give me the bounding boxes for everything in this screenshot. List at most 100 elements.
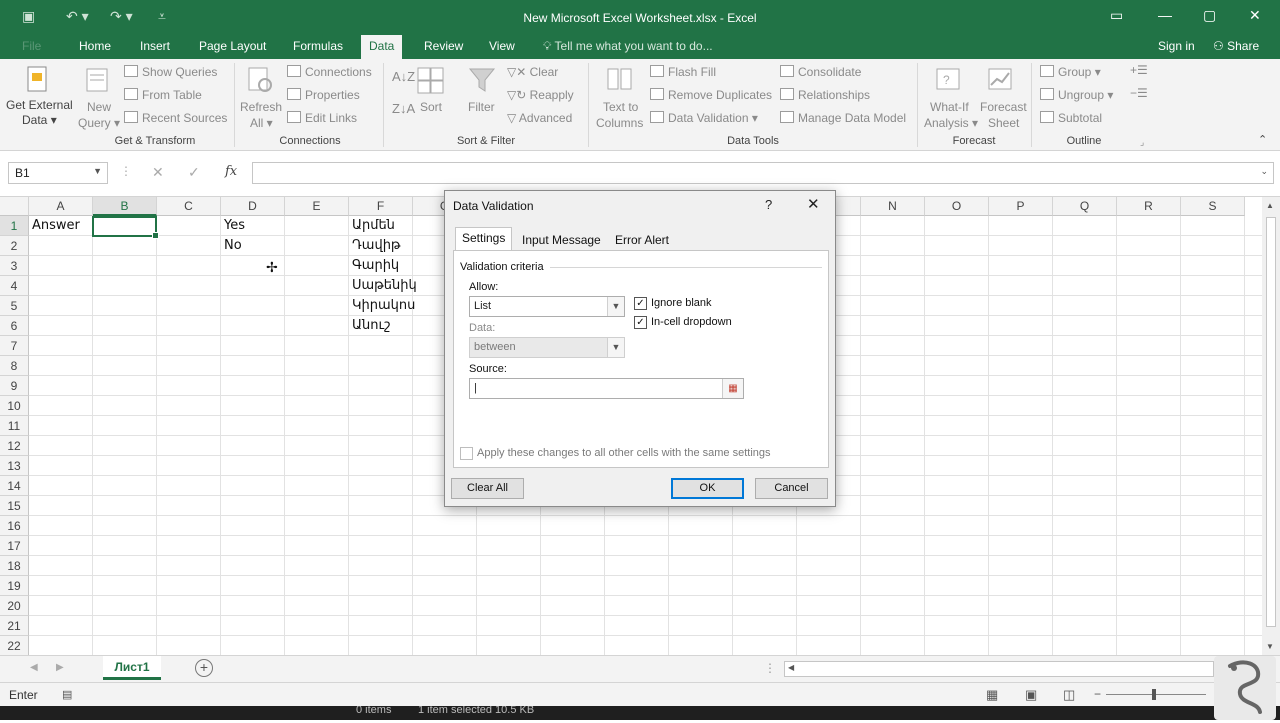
selected-cell-b1[interactable] bbox=[92, 216, 159, 239]
in-cell-dropdown-label[interactable]: In-cell dropdown bbox=[651, 316, 732, 328]
close-button[interactable]: ✕ bbox=[1249, 7, 1261, 24]
row-header-19[interactable]: 19 bbox=[0, 576, 29, 596]
group-button[interactable]: Group ▾ bbox=[1040, 65, 1101, 79]
zoom-out-icon[interactable]: − bbox=[1094, 687, 1101, 701]
tab-split-grip-icon[interactable]: ⋮ bbox=[764, 661, 776, 675]
hide-detail-icon[interactable]: −☰ bbox=[1130, 86, 1148, 100]
cancel-button[interactable]: Cancel bbox=[755, 478, 828, 499]
data-validation-button[interactable]: Data Validation ▾ bbox=[650, 111, 758, 125]
filter-button[interactable]: Filter bbox=[468, 100, 495, 114]
sort-az-icon[interactable]: A↓Z bbox=[392, 69, 415, 84]
insert-function-icon[interactable]: fx bbox=[225, 164, 237, 179]
relationships-button[interactable]: Relationships bbox=[780, 88, 870, 102]
formula-input[interactable]: ⌄ bbox=[252, 162, 1274, 184]
sign-in-link[interactable]: Sign in bbox=[1150, 35, 1203, 59]
tab-data[interactable]: Data bbox=[361, 35, 403, 59]
cell-f5[interactable]: Կիրակոս bbox=[349, 296, 415, 316]
connections-button[interactable]: Connections bbox=[287, 65, 372, 79]
remove-duplicates-button[interactable]: Remove Duplicates bbox=[650, 88, 772, 102]
page-layout-view-icon[interactable]: ▣ bbox=[1025, 687, 1037, 703]
column-header-e[interactable]: E bbox=[285, 197, 349, 216]
tab-view[interactable]: View bbox=[481, 35, 523, 59]
scroll-down-icon[interactable]: ▼ bbox=[1266, 642, 1274, 651]
tell-me-box[interactable]: 💡︎ Tell me what you want to do... bbox=[543, 35, 713, 57]
text-to-columns-button[interactable]: Text to bbox=[603, 100, 638, 114]
outline-dialog-launcher-icon[interactable]: ⌟ bbox=[1140, 137, 1144, 148]
tab-insert[interactable]: Insert bbox=[132, 35, 178, 59]
column-header-n[interactable]: N bbox=[861, 197, 925, 216]
cell-f6[interactable]: Անուշ bbox=[349, 316, 391, 336]
row-header-18[interactable]: 18 bbox=[0, 556, 29, 576]
row-header-1[interactable]: 1 bbox=[0, 216, 29, 236]
scroll-left-icon[interactable]: ◀ bbox=[788, 663, 794, 672]
maximize-button[interactable]: ▢ bbox=[1203, 7, 1216, 24]
in-cell-dropdown-checkbox[interactable]: ✓ bbox=[634, 316, 647, 329]
scroll-thumb[interactable] bbox=[1266, 217, 1276, 627]
column-header-a[interactable]: A bbox=[29, 197, 93, 216]
range-selector-icon[interactable]: ▦ bbox=[722, 379, 743, 398]
flash-fill-button[interactable]: Flash Fill bbox=[650, 65, 716, 79]
allow-select[interactable]: List ▼ bbox=[469, 296, 625, 317]
minimize-button[interactable]: — bbox=[1158, 7, 1172, 23]
row-header-10[interactable]: 10 bbox=[0, 396, 29, 416]
ignore-blank-label[interactable]: Ignore blank bbox=[651, 297, 712, 309]
row-header-8[interactable]: 8 bbox=[0, 356, 29, 376]
sort-za-icon[interactable]: Z↓A bbox=[392, 101, 415, 116]
page-break-view-icon[interactable]: ◫ bbox=[1063, 687, 1075, 703]
column-header-b[interactable]: B bbox=[93, 197, 157, 216]
recent-sources-button[interactable]: Recent Sources bbox=[124, 111, 227, 125]
tab-input-message[interactable]: Input Message bbox=[515, 229, 608, 251]
scroll-up-icon[interactable]: ▲ bbox=[1266, 201, 1274, 210]
column-header-d[interactable]: D bbox=[221, 197, 285, 216]
tab-file[interactable]: File bbox=[14, 35, 54, 59]
row-header-4[interactable]: 4 bbox=[0, 276, 29, 296]
ok-button[interactable]: OK bbox=[671, 478, 744, 499]
clear-button[interactable]: ▽✕ Clear bbox=[507, 65, 558, 79]
close-icon[interactable]: ✕ bbox=[807, 195, 820, 213]
row-header-20[interactable]: 20 bbox=[0, 596, 29, 616]
tab-home[interactable]: Home bbox=[71, 35, 119, 59]
tab-review[interactable]: Review bbox=[416, 35, 471, 59]
row-header-7[interactable]: 7 bbox=[0, 336, 29, 356]
normal-view-icon[interactable]: ▦ bbox=[986, 687, 998, 703]
row-header-22[interactable]: 22 bbox=[0, 636, 29, 655]
row-header-6[interactable]: 6 bbox=[0, 316, 29, 336]
forecast-sheet-button[interactable]: Forecast bbox=[980, 100, 1027, 114]
row-header-21[interactable]: 21 bbox=[0, 616, 29, 636]
confirm-entry-icon[interactable]: ✓ bbox=[188, 164, 200, 181]
row-header-5[interactable]: 5 bbox=[0, 296, 29, 316]
sort-button[interactable]: Sort bbox=[420, 100, 442, 114]
sheet-tab-active[interactable]: Лист1 bbox=[103, 656, 161, 680]
ribbon-display-icon[interactable]: ▭ bbox=[1110, 7, 1123, 24]
row-header-14[interactable]: 14 bbox=[0, 476, 29, 496]
tab-formulas[interactable]: Formulas bbox=[285, 35, 351, 59]
show-detail-icon[interactable]: +☰ bbox=[1130, 63, 1148, 77]
tab-error-alert[interactable]: Error Alert bbox=[608, 229, 676, 251]
name-box[interactable]: B1 ▼ bbox=[8, 162, 108, 184]
cell-f4[interactable]: Սաթենիկ bbox=[349, 276, 417, 296]
column-header-r[interactable]: R bbox=[1117, 197, 1181, 216]
column-header-c[interactable]: C bbox=[157, 197, 221, 216]
row-header-2[interactable]: 2 bbox=[0, 236, 29, 256]
source-input[interactable]: | ▦ bbox=[469, 378, 744, 399]
advanced-button[interactable]: ▽ Advanced bbox=[507, 111, 572, 125]
subtotal-button[interactable]: Subtotal bbox=[1040, 111, 1102, 125]
cell-d2[interactable]: No bbox=[221, 236, 242, 256]
help-icon[interactable]: ? bbox=[765, 197, 772, 212]
show-queries-button[interactable]: Show Queries bbox=[124, 65, 217, 79]
vertical-scrollbar[interactable]: ▲ ▼ bbox=[1262, 197, 1280, 655]
from-table-button[interactable]: From Table bbox=[124, 88, 202, 102]
expand-formula-icon[interactable]: ⌄ bbox=[1260, 166, 1268, 177]
cancel-entry-icon[interactable]: ✕ bbox=[152, 164, 164, 181]
macro-record-icon[interactable]: ▤ bbox=[62, 688, 72, 701]
ignore-blank-checkbox[interactable]: ✓ bbox=[634, 297, 647, 310]
refresh-all-button[interactable]: Refresh bbox=[240, 100, 282, 114]
row-header-15[interactable]: 15 bbox=[0, 496, 29, 516]
add-sheet-icon[interactable]: + bbox=[195, 659, 213, 677]
tab-page-layout[interactable]: Page Layout bbox=[191, 35, 274, 59]
row-header-3[interactable]: 3 bbox=[0, 256, 29, 276]
what-if-analysis-button[interactable]: What-If bbox=[930, 100, 969, 114]
tab-settings[interactable]: Settings bbox=[455, 227, 513, 251]
clear-all-button[interactable]: Clear All bbox=[451, 478, 524, 499]
reapply-button[interactable]: ▽↻ Reapply bbox=[507, 88, 574, 102]
